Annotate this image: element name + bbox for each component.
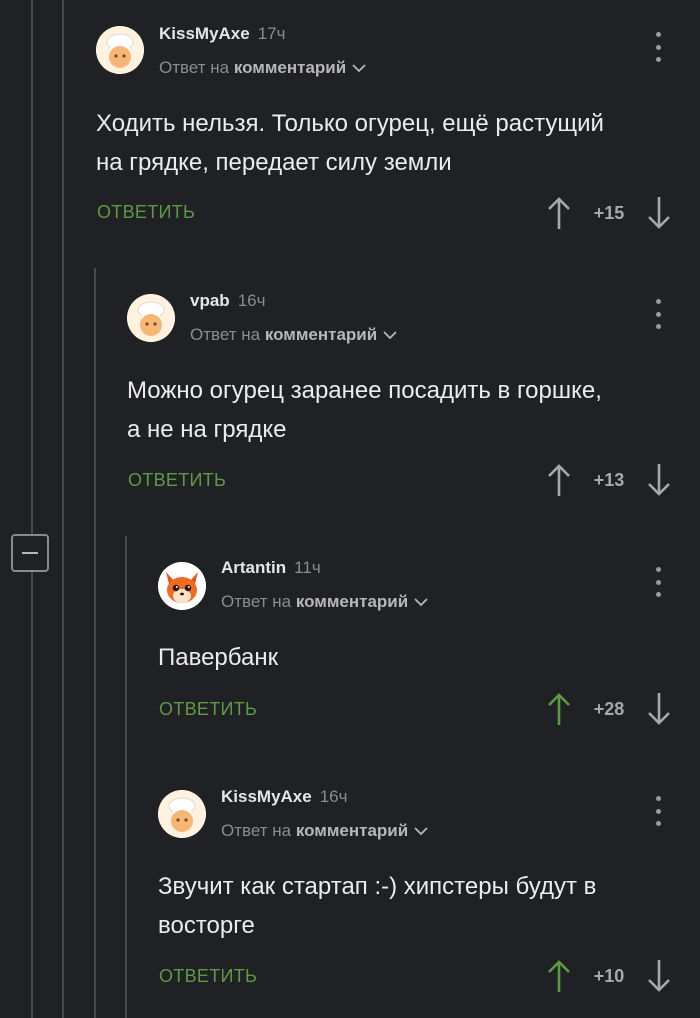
comment-text: Можно огурец заранее посадить в горшке, …: [127, 371, 602, 449]
collapse-thread-button[interactable]: [11, 534, 49, 572]
author-label[interactable]: vpab: [190, 291, 230, 310]
vote-controls: +10: [546, 959, 676, 993]
downvote-arrow-icon[interactable]: [646, 959, 672, 993]
comment-time: 11ч: [294, 558, 321, 577]
vote-controls: +13: [546, 463, 676, 497]
reply-button[interactable]: ОТВЕТИТЬ: [128, 470, 226, 491]
reply-to-link[interactable]: комментарий: [265, 325, 377, 344]
downvote-arrow-icon[interactable]: [646, 196, 672, 230]
comment-text-line: восторге: [158, 912, 255, 939]
reply-to[interactable]: Ответ на комментарий: [221, 592, 428, 612]
reply-to[interactable]: Ответ на комментарий: [159, 58, 366, 78]
vote-controls: +28: [546, 692, 676, 726]
upvote-arrow-icon[interactable]: [546, 463, 572, 497]
comment-text: Павербанк: [158, 638, 278, 677]
reply-button[interactable]: ОТВЕТИТЬ: [97, 202, 195, 223]
chef-avatar-icon[interactable]: [96, 26, 144, 74]
downvote-arrow-icon[interactable]: [646, 692, 672, 726]
chef-avatar-icon[interactable]: [127, 294, 175, 342]
chevron-down-icon[interactable]: [352, 64, 366, 73]
more-options-icon[interactable]: [654, 32, 662, 62]
fox-avatar-icon[interactable]: [158, 562, 206, 610]
upvote-arrow-icon[interactable]: [546, 959, 572, 993]
reply-prefix: Ответ на: [190, 325, 261, 344]
vote-score: +10: [593, 966, 625, 986]
comment-text-line: Можно огурец заранее посадить в горшке,: [127, 377, 602, 404]
reply-to[interactable]: Ответ на комментарий: [190, 325, 397, 345]
reply-to[interactable]: Ответ на комментарий: [221, 821, 428, 841]
reply-to-link[interactable]: комментарий: [234, 58, 346, 77]
more-options-icon[interactable]: [654, 796, 662, 826]
author-name[interactable]: vpab 16ч: [190, 291, 265, 311]
comment-time: 16ч: [237, 291, 266, 310]
vote-controls: +15: [546, 196, 676, 230]
chevron-down-icon[interactable]: [383, 331, 397, 340]
reply-to-link[interactable]: комментарий: [296, 592, 408, 611]
chevron-down-icon[interactable]: [414, 827, 428, 836]
chevron-down-icon[interactable]: [414, 598, 428, 607]
minus-icon: [22, 552, 38, 554]
comment-text-line: Павербанк: [158, 644, 279, 671]
comment-text: Звучит как стартап :-) хипстеры будут в …: [158, 867, 596, 945]
author-name[interactable]: KissMyAxe 17ч: [159, 24, 286, 44]
thread-line: [62, 0, 64, 1018]
downvote-arrow-icon[interactable]: [646, 463, 672, 497]
reply-to-link[interactable]: комментарий: [296, 821, 408, 840]
upvote-arrow-icon[interactable]: [546, 692, 572, 726]
author-label[interactable]: KissMyAxe: [159, 24, 250, 43]
comment-text-line: Звучит как стартап :-) хипстеры будут в: [158, 873, 597, 900]
chef-avatar-icon[interactable]: [158, 790, 206, 838]
comment-time: 17ч: [257, 24, 286, 43]
thread-line: [94, 268, 96, 1018]
author-label[interactable]: KissMyAxe: [221, 787, 312, 806]
vote-score: +28: [593, 699, 625, 719]
author-label[interactable]: Artantin: [221, 558, 286, 577]
author-name[interactable]: KissMyAxe 16ч: [221, 787, 348, 807]
comment-text-line: Ходить нельзя. Только огурец, ещё растущ…: [96, 110, 604, 137]
reply-button[interactable]: ОТВЕТИТЬ: [159, 966, 257, 987]
upvote-arrow-icon[interactable]: [546, 196, 572, 230]
reply-prefix: Ответ на: [159, 58, 230, 77]
comment-text: Ходить нельзя. Только огурец, ещё растущ…: [96, 104, 604, 182]
thread-line: [125, 536, 127, 1018]
reply-prefix: Ответ на: [221, 821, 292, 840]
more-options-icon[interactable]: [654, 567, 662, 597]
vote-score: +15: [593, 203, 625, 223]
vote-score: +13: [593, 470, 625, 490]
more-options-icon[interactable]: [654, 299, 662, 329]
author-name[interactable]: Artantin 11ч: [221, 558, 321, 578]
reply-prefix: Ответ на: [221, 592, 292, 611]
comment-time: 16ч: [319, 787, 348, 806]
comment-text-line: а не на грядке: [127, 416, 287, 443]
reply-button[interactable]: ОТВЕТИТЬ: [159, 699, 257, 720]
thread-line: [31, 0, 33, 1018]
comment-text-line: на грядке, передает силу земли: [96, 149, 452, 176]
